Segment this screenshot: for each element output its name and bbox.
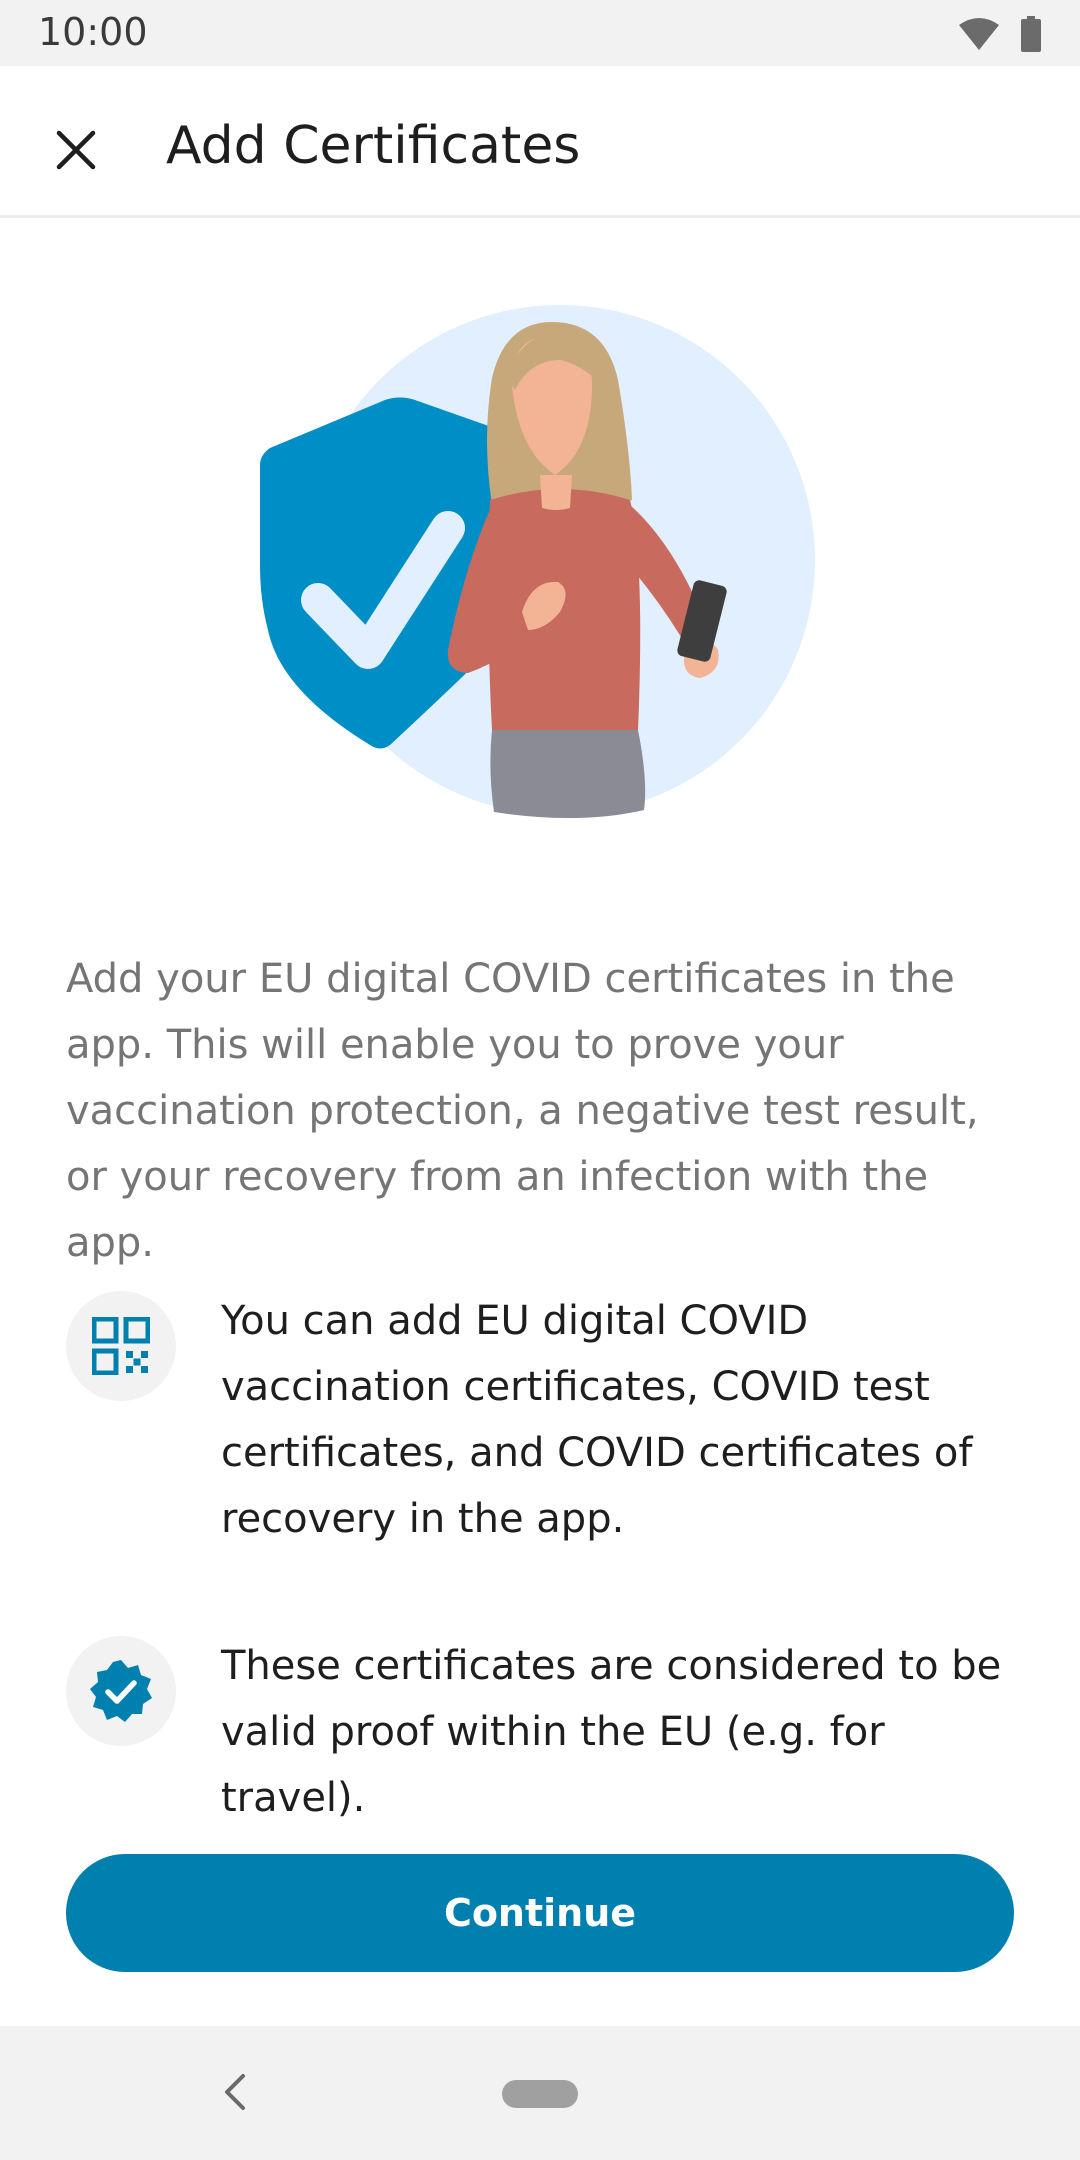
close-button[interactable] (36, 110, 116, 190)
home-pill[interactable] (502, 2080, 578, 2108)
battery-icon (1021, 16, 1041, 52)
woman-with-shield-illustration (260, 305, 815, 819)
page-title: Add Certificates (166, 116, 581, 176)
feature-icon-circle (66, 1636, 176, 1746)
system-nav-bar (0, 2026, 1080, 2160)
feature-icon-circle (66, 1291, 176, 1401)
status-bar: 10:00 (0, 0, 1080, 66)
back-chevron-icon[interactable] (215, 2070, 255, 2114)
qr-code-icon (92, 1317, 150, 1375)
feature-text: You can add EU digital COVID vaccination… (221, 1298, 973, 1542)
status-icons (958, 16, 1042, 52)
app-bar: Add Certificates (0, 66, 1080, 218)
intro-text: Add your EU digital COVID certificates i… (66, 956, 979, 1266)
wifi-icon (959, 18, 999, 50)
continue-button[interactable]: Continue (66, 1854, 1014, 1972)
verified-badge-icon (90, 1660, 152, 1722)
feature-text: These certificates are considered to be … (221, 1643, 1002, 1821)
status-time: 10:00 (38, 10, 148, 54)
close-icon (56, 130, 96, 170)
